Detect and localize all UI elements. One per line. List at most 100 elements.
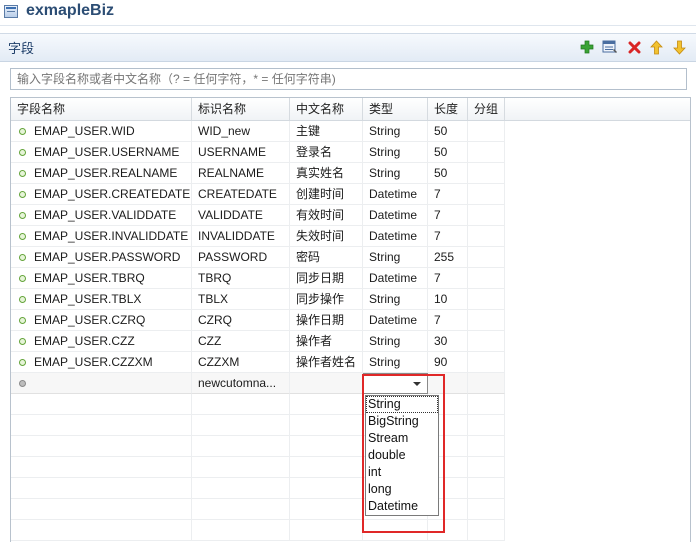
group-cell[interactable]: [468, 331, 505, 352]
group-cell[interactable]: [468, 289, 505, 310]
chinese-name-cell[interactable]: 同步操作: [290, 289, 363, 310]
group-cell[interactable]: [468, 373, 505, 394]
move-down-icon[interactable]: [670, 38, 688, 56]
length-cell[interactable]: 10: [428, 289, 468, 310]
table-row[interactable]: EMAP_USER.TBLX TBLX 同步操作 String 10: [11, 289, 690, 310]
length-cell[interactable]: 7: [428, 205, 468, 226]
chinese-name-cell[interactable]: 密码: [290, 247, 363, 268]
field-name-cell[interactable]: EMAP_USER.WID: [11, 121, 192, 142]
length-cell[interactable]: 255: [428, 247, 468, 268]
field-name-cell[interactable]: EMAP_USER.CREATEDATE: [11, 184, 192, 205]
table-row[interactable]: EMAP_USER.CZZXM CZZXM 操作者姓名 String 90: [11, 352, 690, 373]
column-header-type[interactable]: 类型: [363, 98, 428, 120]
delete-icon[interactable]: [625, 38, 643, 56]
id-name-cell[interactable]: CREATEDATE: [192, 184, 290, 205]
type-cell[interactable]: Datetime: [363, 310, 428, 331]
type-cell[interactable]: String: [363, 331, 428, 352]
length-cell[interactable]: 7: [428, 226, 468, 247]
move-up-icon[interactable]: [647, 38, 665, 56]
type-option[interactable]: long: [366, 481, 438, 498]
id-name-cell[interactable]: REALNAME: [192, 163, 290, 184]
type-cell[interactable]: Datetime: [363, 268, 428, 289]
id-name-cell[interactable]: WID_new: [192, 121, 290, 142]
chinese-name-cell[interactable]: 有效时间: [290, 205, 363, 226]
table-row[interactable]: EMAP_USER.VALIDDATE VALIDDATE 有效时间 Datetime…: [11, 205, 690, 226]
edit-list-icon[interactable]: [601, 38, 619, 56]
type-cell[interactable]: String: [363, 352, 428, 373]
table-row[interactable]: EMAP_USER.WID WID_new 主键 String 50: [11, 121, 690, 142]
field-filter-input[interactable]: [10, 68, 687, 90]
chinese-name-cell[interactable]: 操作日期: [290, 310, 363, 331]
length-cell[interactable]: 7: [428, 184, 468, 205]
length-cell[interactable]: [428, 373, 468, 394]
type-cell[interactable]: String: [363, 247, 428, 268]
table-row[interactable]: EMAP_USER.PASSWORD PASSWORD 密码 String 255: [11, 247, 690, 268]
table-row[interactable]: EMAP_USER.CZZ CZZ 操作者 String 30: [11, 331, 690, 352]
id-name-cell[interactable]: CZZXM: [192, 352, 290, 373]
group-cell[interactable]: [468, 352, 505, 373]
type-option[interactable]: double: [366, 447, 438, 464]
group-cell[interactable]: [468, 247, 505, 268]
table-row[interactable]: EMAP_USER.REALNAME REALNAME 真实姓名 String 50: [11, 163, 690, 184]
type-cell[interactable]: Datetime: [363, 226, 428, 247]
column-header-field-name[interactable]: 字段名称: [11, 98, 192, 120]
type-option[interactable]: int: [366, 464, 438, 481]
chevron-down-icon[interactable]: [413, 382, 421, 386]
column-header-id-name[interactable]: 标识名称: [192, 98, 290, 120]
length-cell[interactable]: 30: [428, 331, 468, 352]
field-name-cell[interactable]: EMAP_USER.INVALIDDATE: [11, 226, 192, 247]
table-row[interactable]: EMAP_USER.TBRQ TBRQ 同步日期 Datetime 7: [11, 268, 690, 289]
id-name-cell[interactable]: TBLX: [192, 289, 290, 310]
chinese-name-cell[interactable]: 创建时间: [290, 184, 363, 205]
type-option[interactable]: BigString: [366, 413, 438, 430]
new-field-row[interactable]: newcutomna...: [11, 373, 690, 394]
length-cell[interactable]: 50: [428, 121, 468, 142]
chinese-name-cell[interactable]: 操作者: [290, 331, 363, 352]
type-cell[interactable]: String: [363, 121, 428, 142]
type-option[interactable]: Datetime: [366, 498, 438, 515]
table-row[interactable]: EMAP_USER.CZRQ CZRQ 操作日期 Datetime 7: [11, 310, 690, 331]
group-cell[interactable]: [468, 184, 505, 205]
group-cell[interactable]: [468, 226, 505, 247]
field-name-cell[interactable]: [11, 373, 192, 394]
length-cell[interactable]: 90: [428, 352, 468, 373]
field-name-cell[interactable]: EMAP_USER.CZRQ: [11, 310, 192, 331]
field-name-cell[interactable]: EMAP_USER.PASSWORD: [11, 247, 192, 268]
field-name-cell[interactable]: EMAP_USER.VALIDDATE: [11, 205, 192, 226]
id-name-cell[interactable]: PASSWORD: [192, 247, 290, 268]
add-icon[interactable]: [578, 38, 596, 56]
table-row[interactable]: EMAP_USER.INVALIDDATE INVALIDDATE 失效时间 Date…: [11, 226, 690, 247]
id-name-cell[interactable]: CZZ: [192, 331, 290, 352]
group-cell[interactable]: [468, 163, 505, 184]
chinese-name-cell[interactable]: 主键: [290, 121, 363, 142]
group-cell[interactable]: [468, 268, 505, 289]
table-row[interactable]: EMAP_USER.USERNAME USERNAME 登录名 String 50: [11, 142, 690, 163]
id-name-cell[interactable]: VALIDDATE: [192, 205, 290, 226]
column-header-chinese-name[interactable]: 中文名称: [290, 98, 363, 120]
type-cell[interactable]: Datetime: [363, 184, 428, 205]
column-header-length[interactable]: 长度: [428, 98, 468, 120]
table-row[interactable]: EMAP_USER.CREATEDATE CREATEDATE 创建时间 Dateti…: [11, 184, 690, 205]
group-cell[interactable]: [468, 121, 505, 142]
type-cell[interactable]: String: [363, 163, 428, 184]
type-cell[interactable]: String: [363, 289, 428, 310]
type-option[interactable]: Stream: [366, 430, 438, 447]
id-name-cell[interactable]: INVALIDDATE: [192, 226, 290, 247]
type-dropdown-list[interactable]: String BigString Stream double int long Dateti…: [365, 395, 439, 516]
id-name-cell[interactable]: CZRQ: [192, 310, 290, 331]
field-name-cell[interactable]: EMAP_USER.USERNAME: [11, 142, 192, 163]
chinese-name-cell[interactable]: [290, 373, 363, 394]
field-name-cell[interactable]: EMAP_USER.CZZXM: [11, 352, 192, 373]
type-cell[interactable]: Datetime: [363, 205, 428, 226]
fields-table[interactable]: 字段名称 标识名称 中文名称 类型 长度 分组 EMAP_USER.WID WID…: [10, 97, 691, 542]
chinese-name-cell[interactable]: 登录名: [290, 142, 363, 163]
type-combo[interactable]: [363, 373, 428, 394]
id-name-cell[interactable]: TBRQ: [192, 268, 290, 289]
group-cell[interactable]: [468, 142, 505, 163]
column-header-group[interactable]: 分组: [468, 98, 505, 120]
type-cell[interactable]: String: [363, 142, 428, 163]
length-cell[interactable]: 50: [428, 163, 468, 184]
group-cell[interactable]: [468, 205, 505, 226]
chinese-name-cell[interactable]: 失效时间: [290, 226, 363, 247]
length-cell[interactable]: 7: [428, 268, 468, 289]
